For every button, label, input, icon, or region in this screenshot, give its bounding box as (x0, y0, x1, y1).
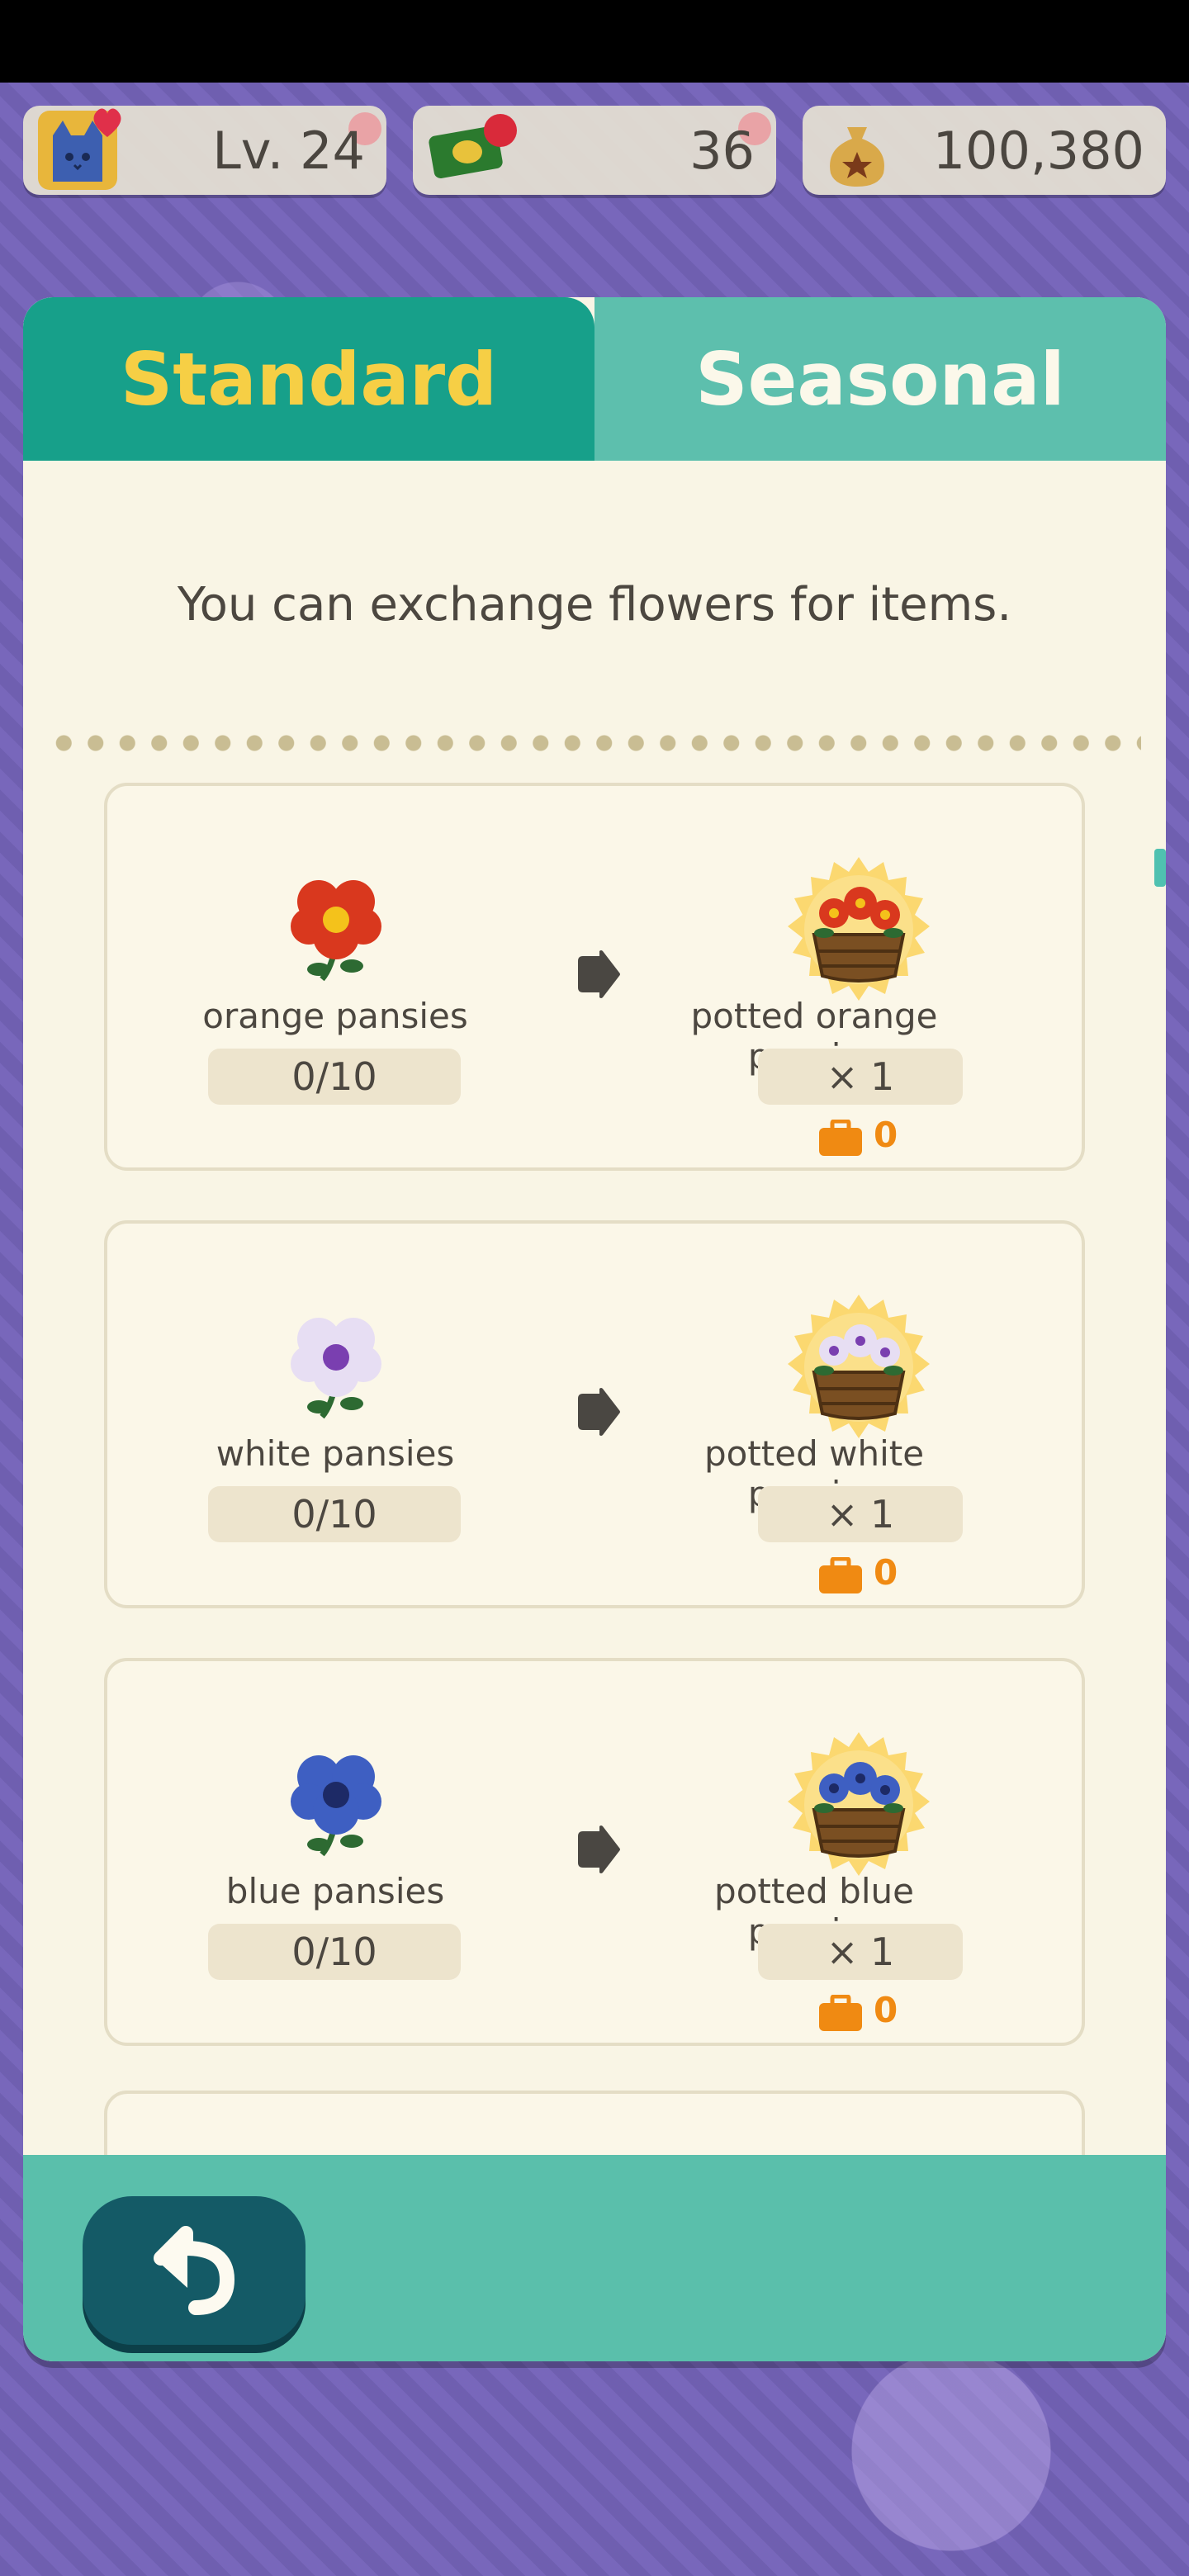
status-bar (0, 0, 1189, 83)
level-text: Lv. 24 (212, 121, 365, 181)
flower-progress: 0/10 (208, 1924, 461, 1980)
level-display[interactable]: Lv. 24 (23, 106, 386, 195)
reward-quantity: × 1 (758, 1049, 963, 1105)
pansy-icon (291, 1318, 381, 1419)
bag-icon (819, 1557, 862, 1593)
bells-count: 100,380 (932, 121, 1144, 181)
back-arrow-icon (154, 2226, 234, 2315)
tab-standard[interactable]: Standard (23, 297, 594, 461)
flower-name: white pansies (216, 1433, 455, 1474)
reward-item-icon (784, 1293, 933, 1442)
owned-count: 0 (874, 1552, 898, 1593)
exchange-card[interactable]: white pansies 0/10 potted white pa (104, 1220, 1085, 1608)
exchange-card[interactable]: blue pansies 0/10 potted blue pans (104, 1658, 1085, 2046)
bells-display: 100,380 (803, 106, 1166, 195)
scroll-indicator[interactable] (1154, 849, 1166, 887)
bell-bag-icon (830, 127, 884, 187)
owned-count: 0 (874, 1990, 898, 2030)
exchange-panel: Seasonal Standard You can exchange flowe… (23, 297, 1166, 2361)
bag-icon (819, 1120, 862, 1156)
reward-item-icon (784, 1731, 933, 1879)
arrow-right-icon (578, 1825, 620, 1873)
reward-item-icon (784, 855, 933, 1004)
flower-progress: 0/10 (208, 1049, 461, 1105)
heart-icon (93, 108, 121, 137)
owned-count: 0 (874, 1115, 898, 1155)
arrow-right-icon (578, 950, 620, 998)
reward-quantity: × 1 (758, 1924, 963, 1980)
pansy-icon (291, 1755, 381, 1857)
tab-seasonal[interactable]: Seasonal (594, 297, 1166, 461)
alert-badge (484, 114, 517, 147)
exchange-card[interactable]: orange pansies 0/10 potted orange × 1 0 (104, 783, 1085, 1171)
flower-name: orange pansies (202, 996, 468, 1036)
reward-quantity: × 1 (758, 1486, 963, 1542)
arrow-right-icon (578, 1388, 620, 1436)
pansy-icon (291, 880, 381, 982)
intro-text: You can exchange flowers for items. (177, 578, 1012, 632)
leaf-ticket-count: 36 (689, 121, 755, 181)
flower-name: blue pansies (225, 1871, 445, 1911)
flower-progress: 0/10 (208, 1486, 461, 1542)
back-button[interactable] (83, 2196, 306, 2345)
dotted-divider (48, 735, 1141, 751)
leaf-ticket-display[interactable]: 36 (413, 106, 776, 195)
bag-icon (819, 1995, 862, 2031)
